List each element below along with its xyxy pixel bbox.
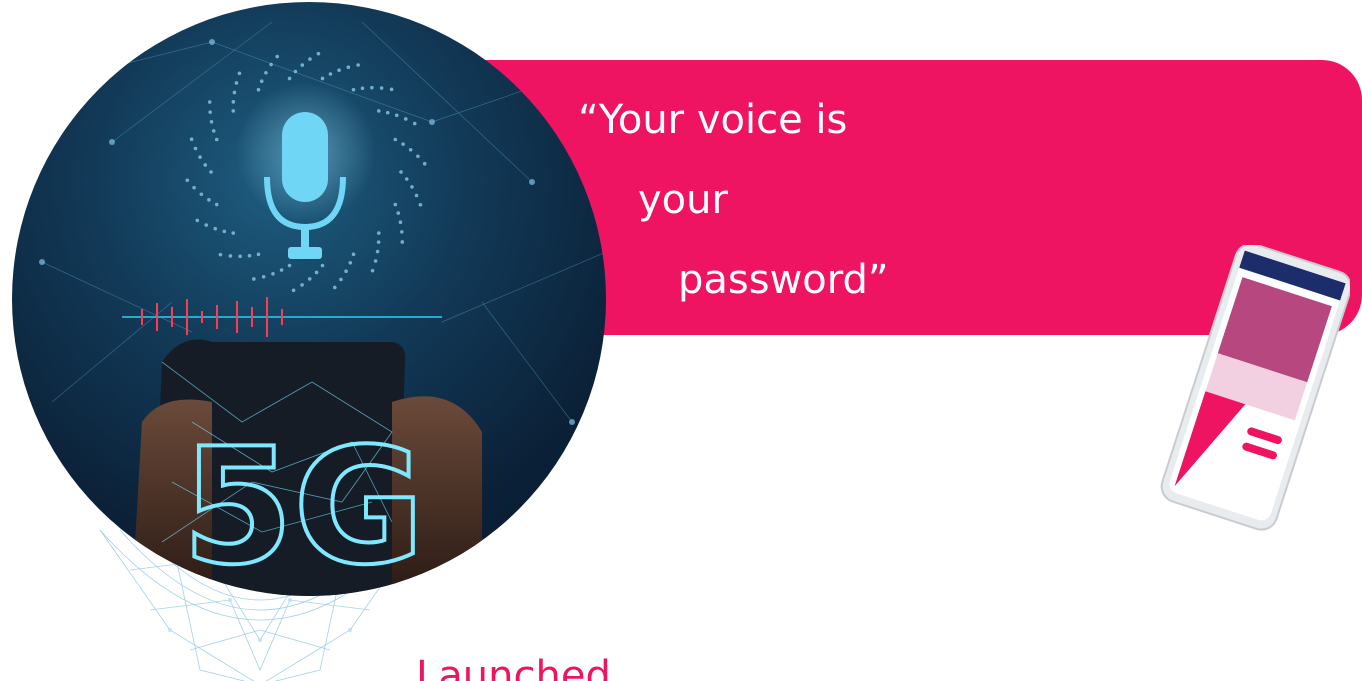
voice-ring-dot xyxy=(193,146,198,151)
voice-ring-dot xyxy=(308,57,312,61)
voice-ring-dot xyxy=(213,226,218,231)
voice-ring-dot xyxy=(256,252,261,257)
voice-ring-dot xyxy=(356,63,360,67)
voice-ring-dot xyxy=(399,170,403,174)
microphone-icon xyxy=(236,82,376,259)
voice-ring-dot xyxy=(199,192,204,197)
voice-ring-dot xyxy=(398,220,403,225)
voice-ring-dot xyxy=(259,79,264,84)
voice-ring-dot xyxy=(279,268,284,272)
voice-ring-dot xyxy=(231,100,236,104)
voice-ring-dot xyxy=(247,253,252,258)
voice-ring-dot xyxy=(346,65,351,70)
voice-ring-dot xyxy=(214,137,219,142)
voice-ring-dot xyxy=(375,249,380,254)
voice-ring-dot xyxy=(416,154,420,159)
voice-ring-dot xyxy=(293,69,298,74)
voice-ring-dot xyxy=(320,76,325,81)
voice-ring-dot xyxy=(264,70,268,75)
voice-ring-dot xyxy=(339,277,343,282)
voice-ring-dot xyxy=(192,185,196,190)
voice-ring-dot xyxy=(348,260,353,265)
voice-ring-dot xyxy=(287,76,292,81)
voice-ring-dot xyxy=(287,263,292,268)
voice-ring-dot xyxy=(314,270,319,275)
voice-ring-dot xyxy=(360,86,365,91)
voice-ring-dot xyxy=(207,100,212,104)
voice-ring-dot xyxy=(271,271,275,276)
voice-ring-dot xyxy=(393,137,398,142)
voice-ring-dot xyxy=(231,109,236,113)
voice-ring-dot xyxy=(351,252,356,257)
voice-ring-dot xyxy=(376,109,381,113)
voice-ring-dot xyxy=(211,129,216,133)
voice-ring-dot xyxy=(231,231,236,235)
voice-ring-dot xyxy=(269,62,273,67)
voice-ring-dot xyxy=(291,288,296,293)
voice-ring-dot xyxy=(410,185,414,189)
voice-ring-dot xyxy=(385,110,390,115)
voice-ring-dot xyxy=(228,254,233,258)
voice-ring-dot xyxy=(300,283,304,287)
voice-ring-dot xyxy=(209,119,214,124)
voice-ring-dot xyxy=(222,229,227,234)
voice-ring-dot xyxy=(232,90,237,95)
voice-ring-dot xyxy=(412,121,417,126)
voice-ring-dot xyxy=(203,163,208,167)
voice-ring-dot xyxy=(394,113,399,118)
voice-ring-dot xyxy=(261,274,266,279)
launched-caption: Launched xyxy=(416,653,611,681)
voice-ring-dot xyxy=(328,72,333,76)
voice-ring-dot xyxy=(400,240,405,244)
voice-ring-dot xyxy=(316,51,321,56)
voice-ring-dot xyxy=(214,202,219,207)
voice-ring-dot xyxy=(204,223,209,227)
voice-ring-dot xyxy=(408,147,413,152)
voice-ring-dot xyxy=(376,240,381,244)
quote-line-2: your xyxy=(638,177,728,223)
hero-section: “Your voice is your password” 5G Launche… xyxy=(0,0,1362,681)
voice-ring-dot xyxy=(370,85,374,90)
voice-ring-dot xyxy=(403,117,408,121)
voice-ring-dot xyxy=(307,277,312,281)
voice-ring-dot xyxy=(379,86,384,90)
voice-ring-dot xyxy=(370,268,375,273)
voice-ring-dot xyxy=(198,155,202,159)
voice-ring-dot xyxy=(396,211,401,215)
voice-ring-dot xyxy=(351,87,356,92)
voice-ring-dot xyxy=(185,178,190,183)
voice-ring-dot xyxy=(320,263,325,268)
voice-ring-dot xyxy=(376,231,381,235)
voice-ring-dot xyxy=(218,252,223,257)
voice-ring-dot xyxy=(389,87,394,92)
5g-badge-text: 5G xyxy=(182,413,425,596)
voice-ring-dot xyxy=(344,269,348,274)
voice-ring-dot xyxy=(234,81,239,85)
voice-ring-dot xyxy=(238,254,242,259)
smartphone-mockup xyxy=(1160,245,1350,531)
voice-ring-dot xyxy=(373,259,378,263)
voice-ring-dot xyxy=(252,277,256,281)
voice-ring-dot xyxy=(195,218,200,223)
voice-ring-dot xyxy=(256,87,261,92)
voice-ring-dot xyxy=(337,68,341,73)
voice-ring-dot xyxy=(237,71,242,76)
hero-circle-image: 5G xyxy=(12,2,606,596)
voice-ring-dot xyxy=(393,202,398,207)
quote-line-3: password” xyxy=(678,257,889,303)
voice-ring-dot xyxy=(414,193,419,198)
quote-line-1: “Your voice is xyxy=(578,97,848,143)
voice-ring-dot xyxy=(332,285,337,290)
voice-ring-dot xyxy=(300,63,305,67)
voice-ring-dot xyxy=(400,230,404,234)
voice-ring-dot xyxy=(208,110,212,114)
voice-ring-dot xyxy=(404,177,409,181)
voice-ring-dot xyxy=(275,54,280,59)
voice-ring-dot xyxy=(209,170,213,174)
voice-ring-dot xyxy=(189,137,194,141)
voice-ring-dot xyxy=(207,198,211,202)
voice-ring-dot xyxy=(401,142,405,146)
voice-ring-dot xyxy=(418,203,423,207)
voice-ring-dot xyxy=(422,161,427,166)
